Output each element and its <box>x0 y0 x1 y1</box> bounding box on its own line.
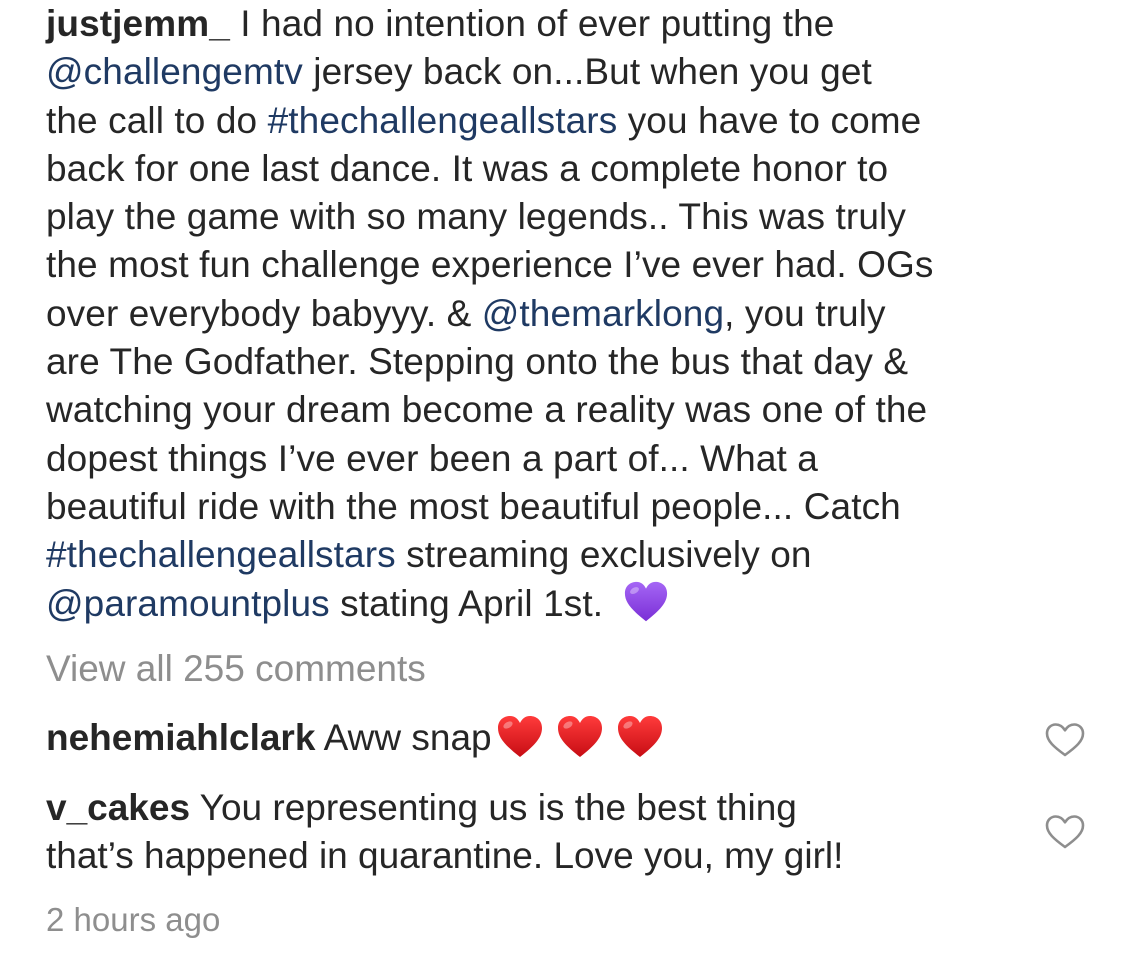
post-timestamp: 2 hours ago <box>46 901 221 938</box>
caption-line-5: play the game with so many legends.. Thi… <box>46 196 906 238</box>
comment-item: nehemiahlclark Aww snap <box>46 714 1006 762</box>
caption-line-11: beautiful ride with the most beautiful p… <box>46 485 901 527</box>
caption-text: I had no intention of ever putting the <box>229 3 835 44</box>
comment-line: that’s happened in quarantine. Love you,… <box>46 835 844 877</box>
caption-text: streaming exclusively on <box>395 534 812 576</box>
caption-text: jersey back on...But when you get <box>302 51 872 93</box>
caption-line-8: are The Godfather. Stepping onto the bus… <box>46 341 909 383</box>
caption-line-12: #thechallengeallstars streaming exclusiv… <box>46 531 1086 579</box>
caption-line-9: watching your dream become a reality was… <box>46 389 928 431</box>
comment-text: Aww snap <box>315 717 492 758</box>
caption-username[interactable]: justjemm_ <box>46 3 230 44</box>
comment-line: v_cakes You representing us is the best … <box>46 784 1006 832</box>
comment-text: You representing us is the best thing <box>190 787 797 828</box>
heart-outline-icon[interactable] <box>1045 814 1085 850</box>
caption-line-3: the call to do #thechallengeallstars you… <box>46 97 1086 145</box>
comment-username[interactable]: nehemiahlclark <box>46 717 315 758</box>
caption-line-10: dopest things I’ve ever been a part of..… <box>46 437 818 479</box>
caption-line-7: over everybody babyyy. & @themarklong, y… <box>46 290 1086 338</box>
caption-text: the call to do <box>46 99 268 141</box>
caption-text: you have to come <box>617 99 922 141</box>
comment-line: nehemiahlclark Aww snap <box>46 714 1006 762</box>
red-heart-icon <box>497 716 542 757</box>
purple-heart-icon <box>625 581 668 621</box>
mention-challengemtv[interactable]: @challengemtv <box>46 51 303 92</box>
caption-line-6: the most fun challenge experience I’ve e… <box>46 244 934 286</box>
caption-line-1: justjemm_ I had no intention of ever put… <box>46 0 1086 48</box>
comment-item: v_cakes You representing us is the best … <box>46 784 1006 881</box>
caption-line-2: @challengemtv jersey back on...But when … <box>46 48 1086 96</box>
red-heart-icon <box>617 716 662 757</box>
caption-line-4: back for one last dance. It was a comple… <box>46 147 889 189</box>
caption-text: stating April 1st. <box>329 582 614 624</box>
hashtag-thechallengeallstars[interactable]: #thechallengeallstars <box>268 100 618 141</box>
caption-line-13: @paramountplus stating April 1st. <box>46 580 1086 628</box>
red-heart-icon <box>557 716 602 757</box>
post-caption: justjemm_ I had no intention of ever put… <box>46 0 1086 628</box>
mention-paramountplus[interactable]: @paramountplus <box>46 583 330 624</box>
caption-text: over everybody babyyy. & <box>46 292 482 334</box>
comment-username[interactable]: v_cakes <box>46 787 190 828</box>
mention-themarklong[interactable]: @themarklong <box>482 293 724 334</box>
view-all-comments-link[interactable]: View all 255 comments <box>46 646 426 692</box>
hashtag-thechallengeallstars[interactable]: #thechallengeallstars <box>46 534 396 575</box>
heart-outline-icon[interactable] <box>1045 722 1085 758</box>
caption-text: , you truly <box>724 292 886 334</box>
